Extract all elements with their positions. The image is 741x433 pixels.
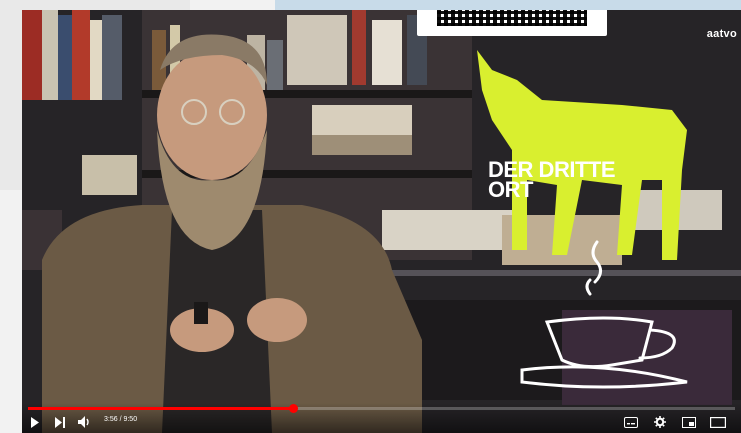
overlay-title-line2: ORT (488, 177, 533, 202)
next-button[interactable] (54, 415, 66, 429)
theater-icon (710, 416, 726, 428)
subtitles-button[interactable] (624, 415, 638, 429)
video-player[interactable]: aatvo DER DRITTE ORT 3:56 / 9:50 (22, 10, 741, 433)
miniplayer-button[interactable] (682, 415, 696, 429)
play-button[interactable] (30, 415, 40, 429)
miniplayer-icon (682, 416, 696, 428)
theater-button[interactable] (710, 415, 726, 429)
video-overlay-title: DER DRITTE ORT (488, 159, 688, 202)
progress-bar-fill (28, 407, 294, 410)
page-header-strip (275, 0, 741, 10)
next-icon (55, 416, 65, 428)
subtitles-icon (624, 416, 638, 428)
video-frame (22, 10, 741, 433)
settings-button[interactable] (654, 415, 666, 429)
time-display: 3:56 / 9:50 (104, 416, 138, 423)
progress-bar[interactable] (28, 404, 735, 413)
play-icon (31, 416, 39, 428)
progress-scrubber[interactable] (289, 404, 299, 413)
settings-icon (654, 416, 666, 428)
volume-button[interactable] (78, 415, 92, 429)
volume-icon (78, 416, 89, 428)
channel-watermark: aatvo (706, 28, 737, 40)
qr-code (417, 10, 607, 36)
player-controls: 3:56 / 9:50 (22, 403, 741, 433)
